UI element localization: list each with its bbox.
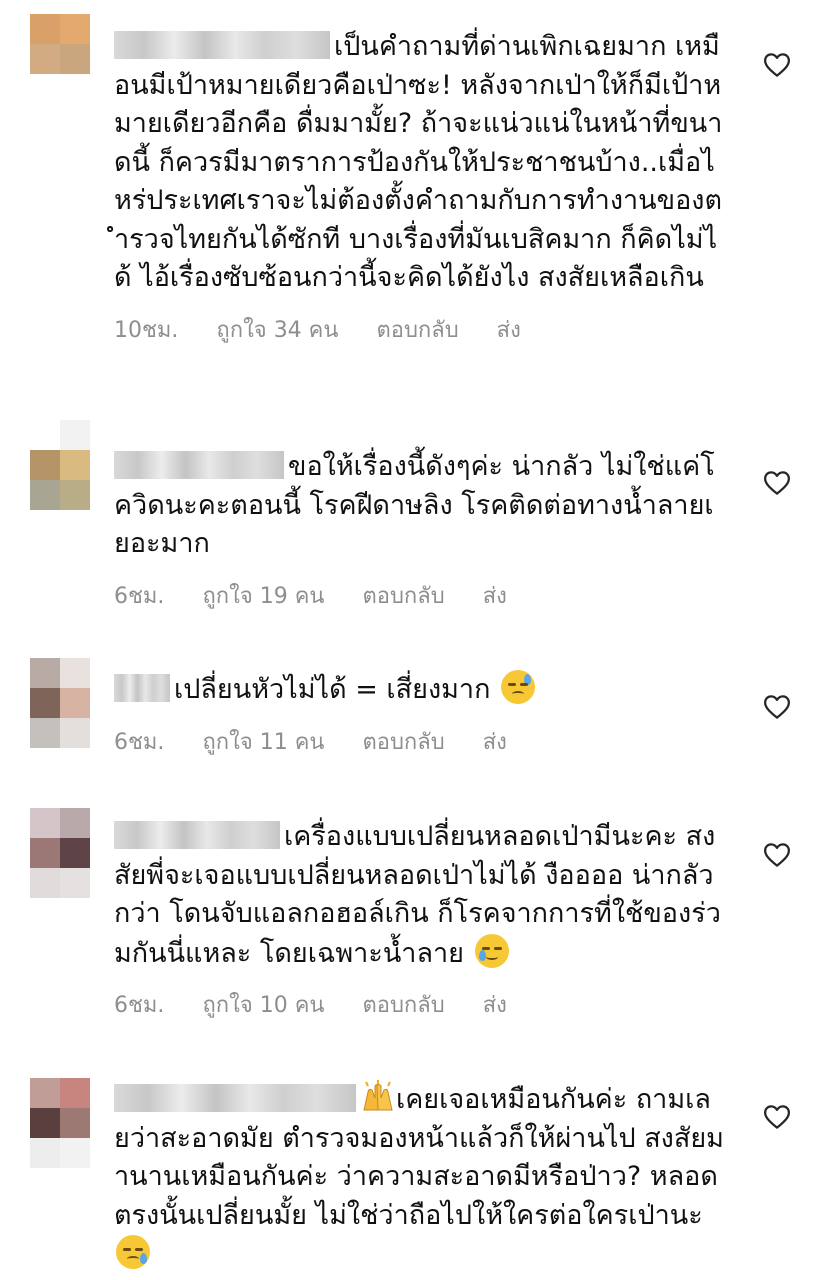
likes-count[interactable]: ถูกใจ 34 คน	[216, 312, 338, 347]
avatar[interactable]	[30, 808, 90, 898]
heart-outline-icon[interactable]	[762, 692, 792, 722]
reply-button[interactable]: ตอบกลับ	[362, 987, 444, 1022]
heart-outline-icon[interactable]	[762, 468, 792, 498]
heart-outline-icon[interactable]	[762, 840, 792, 870]
username-blurred[interactable]: user	[114, 31, 330, 59]
username-blurred[interactable]: user	[114, 1084, 356, 1112]
avatar[interactable]	[30, 420, 90, 510]
comment-meta: 6ชม. ถูกใจ 11 คน ตอบกลับ ส่ง	[114, 724, 724, 759]
downcast-face-with-sweat-icon	[501, 670, 536, 704]
comment-meta: 10ชม. ถูกใจ 34 คน ตอบกลับ ส่ง	[114, 312, 724, 347]
face-holding-back-tears-icon	[116, 1235, 150, 1269]
reply-button[interactable]: ตอบกลับ	[376, 312, 458, 347]
likes-count[interactable]: ถูกใจ 11 คน	[202, 724, 324, 759]
send-button[interactable]: ส่ง	[483, 578, 507, 613]
comment-body: userเป็นคำถามที่ด่านเพิกเฉยมาก เหมือนมีเ…	[114, 28, 724, 347]
likes-count[interactable]: ถูกใจ 19 คน	[202, 578, 324, 613]
likes-count[interactable]: ถูกใจ 10 คน	[202, 987, 324, 1022]
comment-meta: 6ชม. ถูกใจ 19 คน ตอบกลับ ส่ง	[114, 578, 724, 613]
comment-text: userเครื่องแบบเปลี่ยนหลอดเป่ามีนะคะ สงสั…	[114, 821, 721, 969]
username-blurred[interactable]: user	[114, 451, 284, 479]
timestamp: 6ชม.	[114, 993, 165, 1018]
heart-outline-icon[interactable]	[762, 1102, 792, 1132]
comment-text: userขอให้เรื่องนี้ดังๆค่ะ น่ากลัว ไม่ใช่…	[114, 451, 715, 559]
heart-outline-icon[interactable]	[762, 50, 792, 80]
timestamp: 6ชม.	[114, 729, 165, 755]
comment-text: userเปลี่ยนหัวไม่ได้ = เสี่ยงมาก	[114, 670, 724, 710]
timestamp: 6ชม.	[114, 583, 165, 609]
comment-body: userขอให้เรื่องนี้ดังๆค่ะ น่ากลัว ไม่ใช่…	[114, 448, 724, 613]
avatar[interactable]	[30, 1078, 90, 1168]
comment-meta: 6ชม. ถูกใจ 10 คน ตอบกลับ ส่ง	[114, 987, 724, 1022]
send-button[interactable]: ส่ง	[483, 987, 507, 1022]
raising-hands-icon	[360, 1080, 396, 1114]
comment-text: userเคยเจอเหมือนกันค่ะ ถามเลยว่าสะอาดมัย…	[114, 1080, 724, 1275]
crying-face-icon	[474, 933, 509, 968]
reply-button[interactable]: ตอบกลับ	[362, 578, 444, 613]
reply-button[interactable]: ตอบกลับ	[362, 724, 444, 759]
comment-body: userเปลี่ยนหัวไม่ได้ = เสี่ยงมาก 6ชม. ถู…	[114, 670, 724, 759]
avatar[interactable]	[30, 14, 90, 104]
send-button[interactable]: ส่ง	[497, 312, 521, 347]
timestamp: 10ชม.	[114, 317, 179, 343]
username-blurred[interactable]: user	[114, 821, 280, 849]
send-button[interactable]: ส่ง	[483, 724, 507, 759]
comment-text: userเป็นคำถามที่ด่านเพิกเฉยมาก เหมือนมีเ…	[114, 31, 723, 293]
comment-body: userเครื่องแบบเปลี่ยนหลอดเป่ามีนะคะ สงสั…	[114, 818, 724, 1022]
username-blurred[interactable]: user	[114, 674, 170, 702]
avatar[interactable]	[30, 658, 90, 748]
comment-body: userเคยเจอเหมือนกันค่ะ ถามเลยว่าสะอาดมัย…	[114, 1080, 724, 1275]
